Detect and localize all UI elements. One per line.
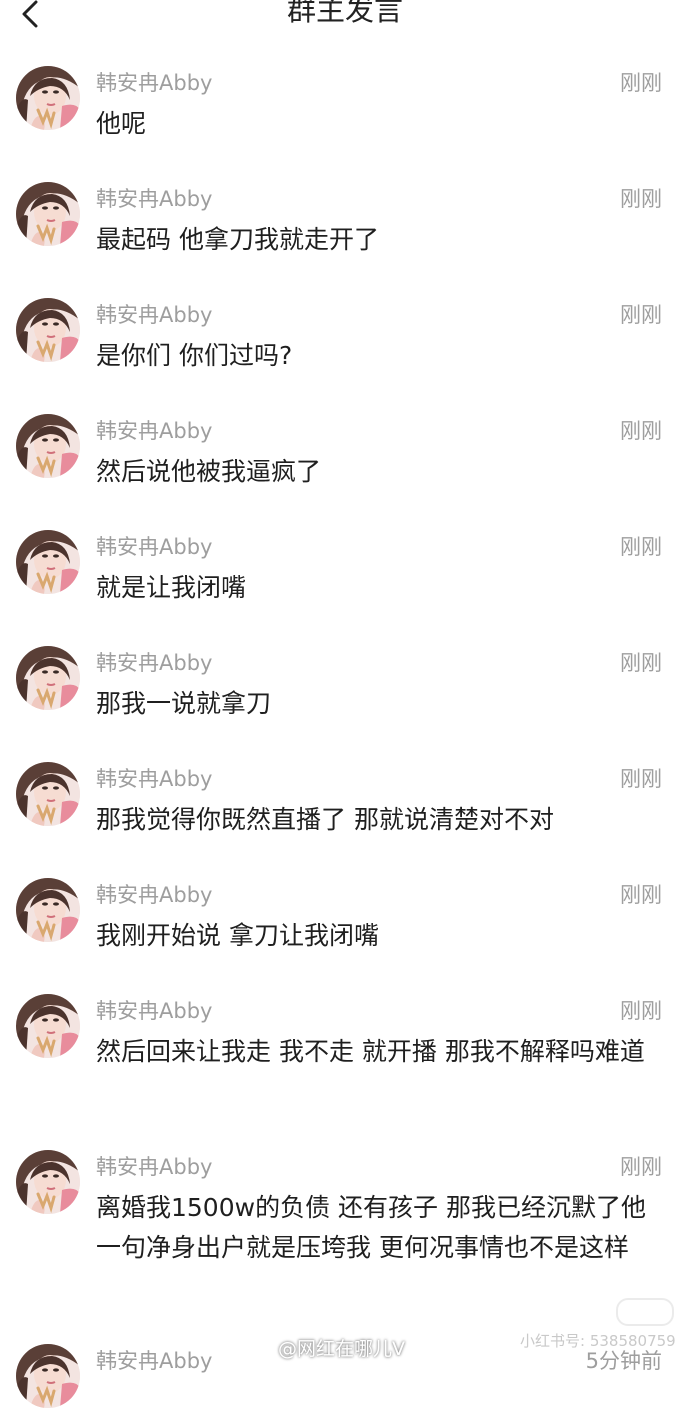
sender-name[interactable]: 韩安冉Abby [96,650,212,676]
message-time: 刚刚 [620,187,662,211]
message-time: 刚刚 [620,1155,662,1179]
sender-name[interactable]: 韩安冉Abby [96,186,212,212]
sender-name[interactable]: 韩安冉Abby [96,534,212,560]
message-time: 刚刚 [620,535,662,559]
avatar[interactable] [16,1344,80,1408]
sender-name[interactable]: 韩安冉Abby [96,882,212,908]
message-time: 刚刚 [620,419,662,443]
message-text: 那我一说就拿刀 [96,689,272,718]
message-text: 最起码 他拿刀我就走开了 [96,225,379,254]
message-text: 然后说他被我逼疯了 [96,457,322,486]
message-text: 离婚我1500w的负债 还有孩子 那我已经沉默了他一句净身出户就是压垮我 更何况… [96,1193,646,1262]
sender-name[interactable]: 韩安冉Abby [96,418,212,444]
message-time: 刚刚 [620,651,662,675]
message-text: 我刚开始说 拿刀让我闭嘴 [96,921,379,950]
message-time: 刚刚 [620,71,662,95]
message-time: 刚刚 [620,767,662,791]
sender-name[interactable]: 韩安冉Abby [96,70,212,96]
top-bar: 群主发言 [0,0,690,40]
page-title: 群主发言 [286,0,403,27]
message-time: 刚刚 [620,999,662,1023]
sender-name[interactable]: 韩安冉Abby [96,302,212,328]
message-text: 然后回来让我走 我不走 就开播 那我不解释吗难道 [96,1037,645,1066]
avatar[interactable] [16,298,80,362]
avatar[interactable] [16,414,80,478]
avatar[interactable] [16,182,80,246]
sender-name[interactable]: 韩安冉Abby [96,1348,212,1374]
message-time: 刚刚 [620,883,662,907]
xhs-id-watermark: 小红书号: 538580759 [520,1332,676,1350]
message-time: 5分钟前 [585,1349,662,1373]
message-text: 就是让我闭嘴 [96,573,247,602]
message-text: 是你们 你们过吗? [96,341,293,370]
xiaohongshu-logo-watermark [616,1298,674,1326]
message-time: 刚刚 [620,303,662,327]
avatar[interactable] [16,66,80,130]
avatar[interactable] [16,530,80,594]
avatar[interactable] [16,878,80,942]
sender-name[interactable]: 韩安冉Abby [96,1154,212,1180]
avatar[interactable] [16,994,80,1058]
message-text: 那我觉得你既然直播了 那就说清楚对不对 [96,805,554,834]
sender-name[interactable]: 韩安冉Abby [96,998,212,1024]
avatar[interactable] [16,762,80,826]
message-text: 他呢 [96,109,147,138]
weibo-watermark: @网红在哪儿V [278,1338,405,1360]
avatar[interactable] [16,646,80,710]
avatar[interactable] [16,1150,80,1214]
sender-name[interactable]: 韩安冉Abby [96,766,212,792]
